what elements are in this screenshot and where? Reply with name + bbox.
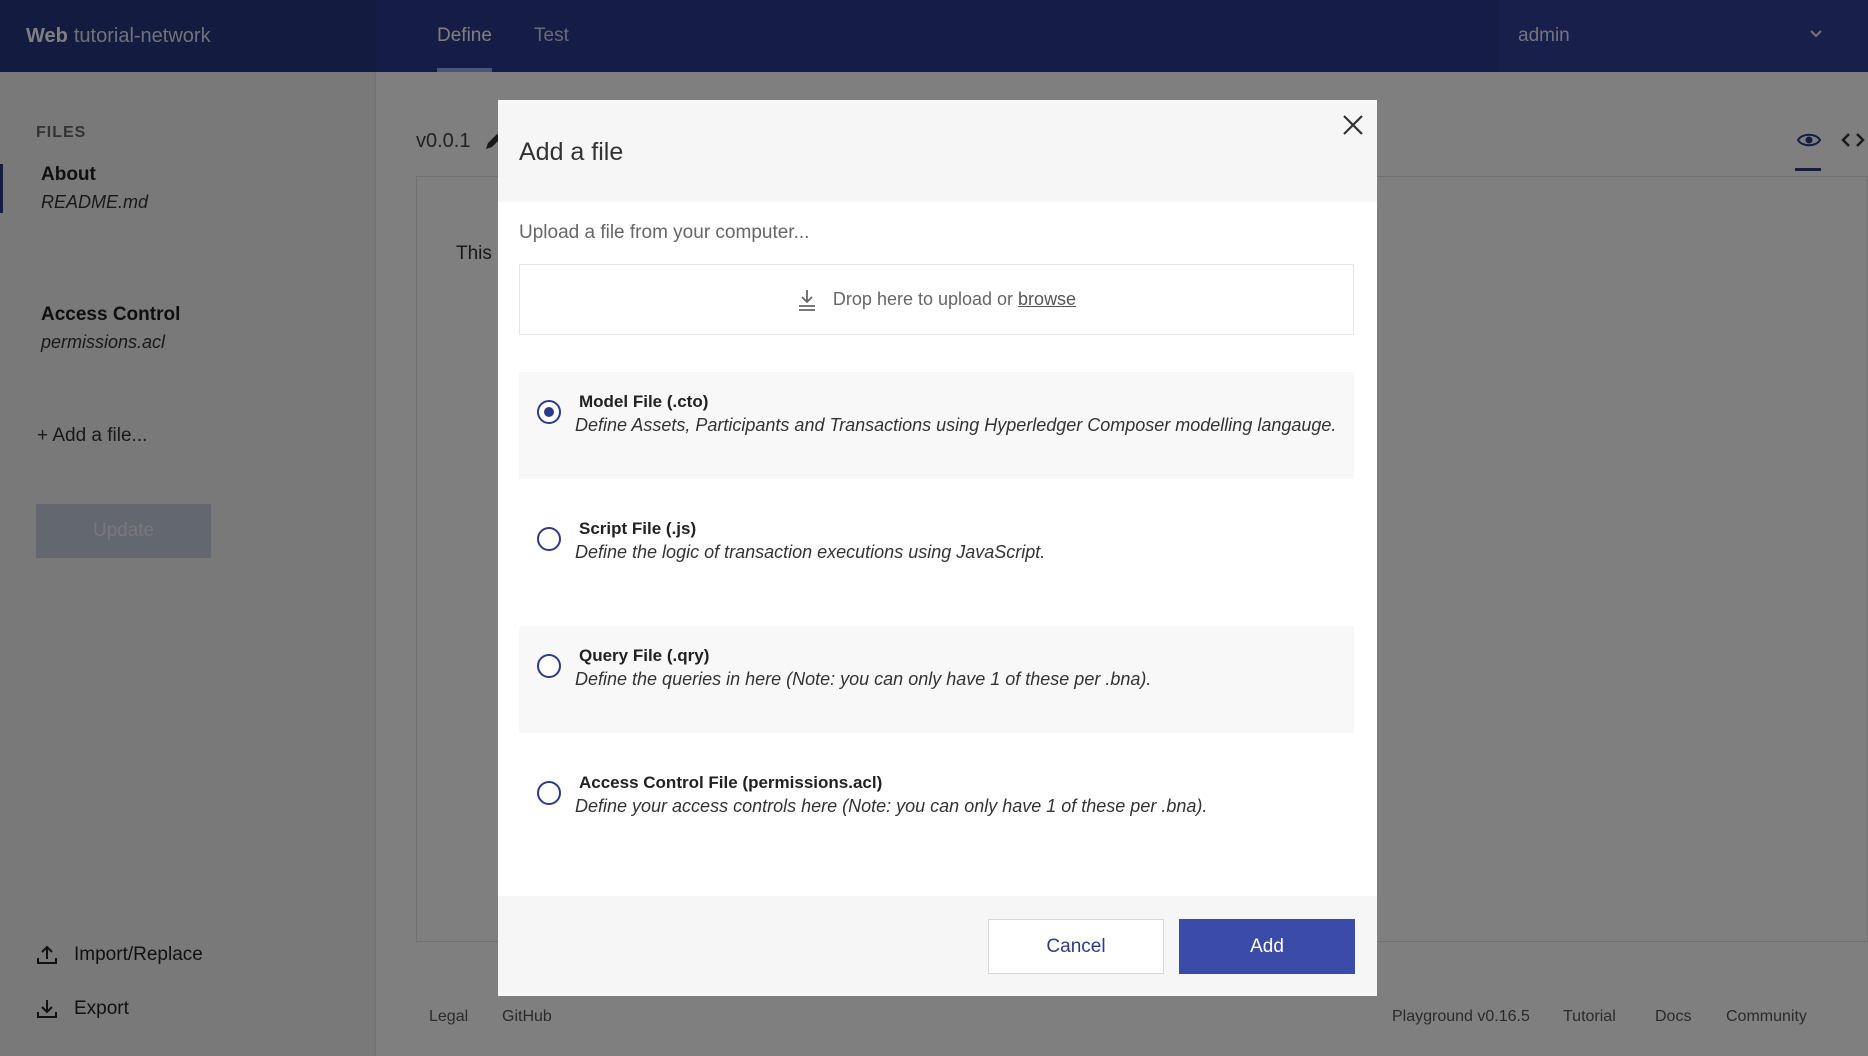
option-title: Model File (.cto) bbox=[579, 392, 709, 411]
option-title: Script File (.js) bbox=[579, 519, 697, 538]
dialog-footer: Cancel Add bbox=[498, 896, 1377, 996]
dialog-title: Add a file bbox=[519, 138, 624, 166]
dialog-body: Upload a file from your computer... Drop… bbox=[498, 202, 1377, 896]
option-description: Define the logic of transaction executio… bbox=[575, 542, 1046, 562]
add-button[interactable]: Add bbox=[1179, 919, 1355, 974]
browse-link[interactable]: browse bbox=[1018, 289, 1076, 310]
add-file-dialog: Add a file Upload a file from your compu… bbox=[498, 100, 1377, 996]
option-access-control-file[interactable]: Access Control File (permissions.acl) De… bbox=[519, 753, 1354, 860]
dialog-header: Add a file bbox=[498, 100, 1377, 202]
radio-query-file[interactable] bbox=[537, 654, 561, 678]
option-script-file[interactable]: Script File (.js) Define the logic of tr… bbox=[519, 499, 1354, 606]
dropzone-text: Drop here to upload or bbox=[832, 289, 1014, 309]
option-title: Access Control File (permissions.acl) bbox=[579, 773, 883, 792]
option-description: Define your access controls here (Note: … bbox=[575, 796, 1208, 816]
option-title: Query File (.qry) bbox=[579, 646, 710, 665]
radio-access-control-file[interactable] bbox=[537, 781, 561, 805]
option-description: Define the queries in here (Note: you ca… bbox=[575, 669, 1152, 689]
radio-script-file[interactable] bbox=[537, 527, 561, 551]
option-description: Define Assets, Participants and Transact… bbox=[575, 415, 1337, 435]
option-model-file[interactable]: Model File (.cto) Define Assets, Partici… bbox=[519, 372, 1354, 479]
cancel-button[interactable]: Cancel bbox=[988, 919, 1164, 974]
radio-model-file[interactable] bbox=[537, 400, 561, 424]
download-icon bbox=[798, 289, 815, 311]
option-query-file[interactable]: Query File (.qry) Define the queries in … bbox=[519, 626, 1354, 733]
file-dropzone[interactable]: Drop here to upload or browse bbox=[519, 264, 1354, 335]
upload-hint: Upload a file from your computer... bbox=[519, 222, 810, 243]
close-icon[interactable] bbox=[1340, 112, 1366, 138]
